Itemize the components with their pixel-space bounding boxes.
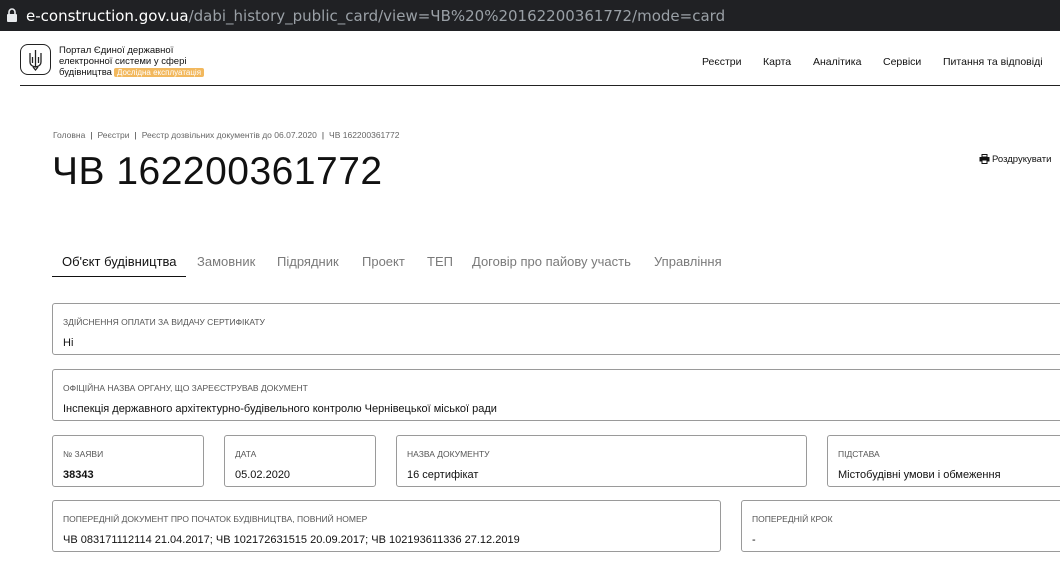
- field-value: Ні: [63, 337, 74, 349]
- breadcrumb: Головна | Реєстри | Реєстр дозвільних докуме…: [53, 130, 399, 140]
- trident-icon: [29, 50, 42, 72]
- printer-icon: [979, 154, 990, 164]
- print-button[interactable]: Роздрукувати: [979, 154, 1051, 165]
- portal-brand[interactable]: Портал Єдиної державної електронної сист…: [59, 45, 229, 78]
- nav-services[interactable]: Сервіси: [883, 56, 921, 68]
- field-authority: Офіційна назва органу, що зареєстрував д…: [52, 369, 1060, 421]
- page-title: ЧВ 162200361772: [52, 150, 383, 193]
- breadcrumb-separator: |: [321, 130, 325, 140]
- field-label: Підстава: [838, 449, 880, 459]
- breadcrumb-separator: |: [134, 130, 137, 140]
- print-label: Роздрукувати: [992, 154, 1052, 165]
- field-label: № заяви: [63, 449, 104, 459]
- field-payment: Здійснення оплати за видачу сертифікату …: [52, 303, 1060, 355]
- field-value: Інспекція державного архітектурно-будіве…: [63, 403, 497, 415]
- url-path: /dabi_history_public_card/view=ЧВ%20%201…: [188, 7, 726, 25]
- field-label: Назва документу: [407, 449, 490, 459]
- url-text[interactable]: e-construction.gov.ua/dabi_history_publi…: [26, 7, 725, 25]
- url-domain: e-construction.gov.ua: [26, 7, 189, 25]
- breadcrumb-registries[interactable]: Реєстри: [98, 130, 130, 140]
- breadcrumb-current: ЧВ 162200361772: [329, 130, 400, 140]
- field-previous-step: Попередній крок -: [741, 500, 1060, 552]
- brand-line-1: Портал Єдиної державної: [59, 45, 174, 56]
- tab-contractor[interactable]: Підрядник: [277, 254, 339, 269]
- field-label: Попередній документ про початок будівниц…: [63, 514, 368, 524]
- beta-badge: Дослідна експлуатація: [113, 68, 205, 77]
- breadcrumb-registry[interactable]: Реєстр дозвільних документів до 06.07.20…: [142, 130, 317, 140]
- tab-project[interactable]: Проект: [362, 254, 405, 269]
- field-value: ЧВ 083171112114 21.04.2017; ЧВ 102172631…: [63, 534, 520, 546]
- tab-equity-contract[interactable]: Договір про пайову участь: [472, 254, 631, 269]
- brand-line-2: електронної системи у сфері: [59, 56, 187, 67]
- header-divider: [20, 85, 1060, 86]
- nav-analytics[interactable]: Аналітика: [813, 56, 861, 68]
- field-label: Попередній крок: [752, 514, 833, 524]
- tab-tep[interactable]: ТЕП: [427, 254, 453, 269]
- field-document-name: Назва документу 16 сертифікат: [396, 435, 807, 487]
- tab-management[interactable]: Управління: [654, 254, 722, 269]
- field-value: 38343: [63, 469, 94, 481]
- field-value: -: [752, 534, 756, 546]
- field-date: Дата 05.02.2020: [224, 435, 376, 487]
- nav-registries[interactable]: Реєстри: [702, 56, 742, 68]
- breadcrumb-separator: |: [90, 130, 93, 140]
- tab-construction-object[interactable]: Об'єкт будівництва: [62, 254, 177, 269]
- field-label: Офіційна назва органу, що зареєстрував д…: [63, 383, 308, 393]
- field-value: Містобудівні умови і обмеження: [838, 469, 1001, 481]
- trident-logo[interactable]: [20, 44, 51, 75]
- nav-map[interactable]: Карта: [763, 56, 791, 68]
- brand-line-3: будівництва: [59, 67, 112, 78]
- field-label: Дата: [235, 449, 257, 459]
- field-value: 16 сертифікат: [407, 469, 479, 481]
- field-application-number: № заяви 38343: [52, 435, 204, 487]
- field-basis: Підстава Містобудівні умови і обмеження: [827, 435, 1060, 487]
- browser-address-bar[interactable]: e-construction.gov.ua/dabi_history_publi…: [0, 0, 1060, 31]
- field-label: Здійснення оплати за видачу сертифікату: [63, 317, 265, 327]
- field-value: 05.02.2020: [235, 469, 291, 481]
- active-tab-indicator: [52, 276, 186, 277]
- nav-faq[interactable]: Питання та відповіді: [943, 56, 1043, 68]
- field-previous-document: Попередній документ про початок будівниц…: [52, 500, 721, 552]
- breadcrumb-home[interactable]: Головна: [53, 130, 85, 140]
- lock-icon: [7, 8, 17, 22]
- tab-customer[interactable]: Замовник: [197, 254, 255, 269]
